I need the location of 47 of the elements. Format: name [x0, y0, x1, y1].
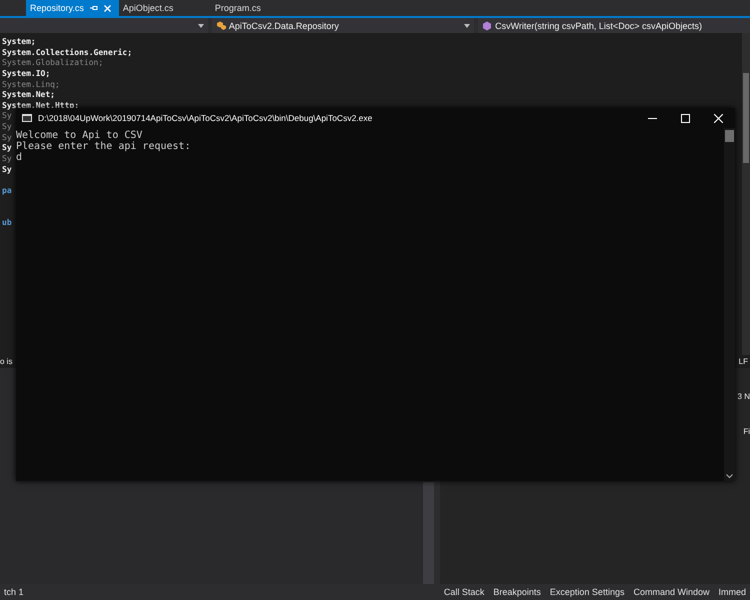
- console-text: Welcome to Api to CSV: [16, 130, 144, 141]
- code-text: System.Net;: [2, 90, 55, 100]
- code-text: System.Globalization;: [2, 58, 104, 68]
- line-ending-text: LF: [738, 357, 748, 366]
- panel-tab[interactable]: Command Window: [633, 587, 710, 597]
- panel-tab[interactable]: tch 1: [4, 587, 24, 597]
- scroll-thumb[interactable]: [725, 130, 734, 142]
- console-icon: [22, 114, 32, 122]
- panel-scrollbar[interactable]: [422, 482, 434, 584]
- close-icon: [714, 114, 723, 122]
- code-text: pa: [2, 186, 12, 195]
- code-text: ub: [2, 218, 12, 227]
- code-text: Sy: [2, 143, 12, 152]
- console-scrollbar[interactable]: [724, 128, 735, 481]
- code-text: Sy: [2, 111, 12, 120]
- panel-tab[interactable]: Call Stack: [444, 587, 484, 597]
- code-text: Sy: [2, 122, 12, 132]
- code-text: System.Collections.Generic;: [2, 48, 132, 57]
- code-text: Sy: [2, 132, 12, 142]
- panel-tab[interactable]: Breakpoints: [493, 587, 541, 597]
- caret-icon: [464, 24, 470, 28]
- window-title: D:\2018\04UpWork\20190714ApiToCsv\ApiToCsv2\ApiToCsv2\bin\Debug\ApiToCsv2.exe: [38, 113, 372, 123]
- code-text: System;: [2, 37, 36, 46]
- console-text: d: [16, 152, 24, 163]
- maximize-icon: [681, 114, 690, 122]
- close-icon[interactable]: [104, 4, 111, 12]
- code-text: Sy: [2, 154, 12, 164]
- code-text: System.IO;: [2, 68, 50, 78]
- panel-text: Fi: [743, 427, 750, 436]
- panel-tab[interactable]: Exception Settings: [550, 587, 624, 597]
- panel-text: 3 N: [738, 392, 750, 401]
- file-tab[interactable]: Repository.cs: [26, 0, 119, 16]
- code-text: Sy: [2, 164, 12, 174]
- caret-icon: [198, 24, 204, 28]
- method-icon: [482, 20, 492, 30]
- code-text: System.Linq;: [2, 80, 60, 89]
- status-text: o is: [0, 357, 12, 366]
- panel-tab[interactable]: Immed: [718, 587, 746, 597]
- pin-icon[interactable]: [90, 5, 98, 11]
- console-text: Please enter the api request:: [16, 141, 192, 152]
- code-text: System.Net.Http;: [2, 100, 80, 110]
- member-dropdown[interactable]: CsvWriter(string csvPath, List<Doc> csvApiObjects): [478, 18, 750, 33]
- file-tab[interactable]: Program.cs: [210, 0, 303, 16]
- file-tab[interactable]: ApiObject.cs: [118, 0, 211, 16]
- editor-scrollbar[interactable]: [742, 33, 750, 355]
- class-icon: [216, 21, 226, 30]
- type-dropdown[interactable]: ApiToCsv2.Data.Repository: [212, 18, 474, 33]
